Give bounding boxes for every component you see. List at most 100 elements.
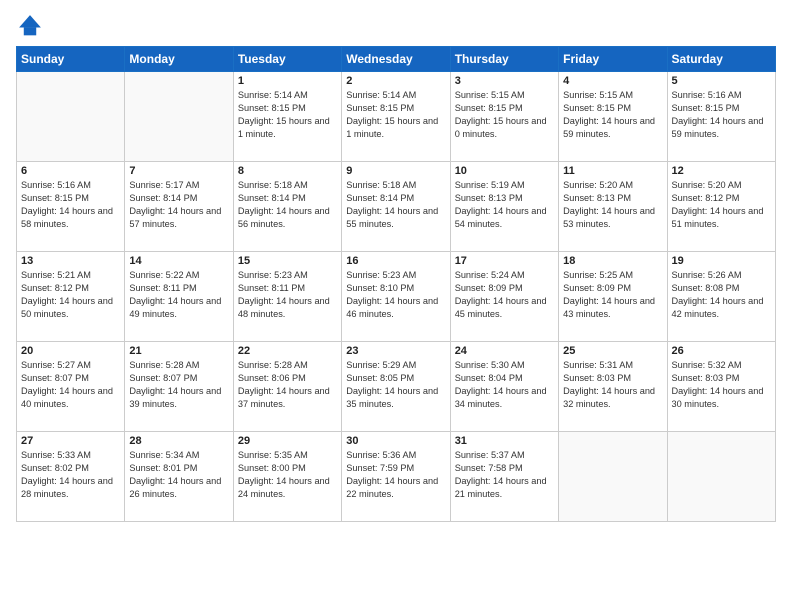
calendar-cell: 13 Sunrise: 5:21 AM Sunset: 8:12 PM Dayli… bbox=[17, 252, 125, 342]
day-number: 14 bbox=[129, 255, 228, 267]
cell-info: Sunrise: 5:26 AM Sunset: 8:08 PM Dayligh… bbox=[672, 269, 771, 321]
cell-info: Sunrise: 5:16 AM Sunset: 8:15 PM Dayligh… bbox=[672, 89, 771, 141]
day-number: 23 bbox=[346, 345, 445, 357]
calendar-cell: 25 Sunrise: 5:31 AM Sunset: 8:03 PM Dayli… bbox=[559, 342, 667, 432]
day-number: 25 bbox=[563, 345, 662, 357]
cell-info: Sunrise: 5:27 AM Sunset: 8:07 PM Dayligh… bbox=[21, 359, 120, 411]
calendar-cell bbox=[559, 432, 667, 522]
day-number: 24 bbox=[455, 345, 554, 357]
day-number: 6 bbox=[21, 165, 120, 177]
cell-info: Sunrise: 5:16 AM Sunset: 8:15 PM Dayligh… bbox=[21, 179, 120, 231]
day-number: 18 bbox=[563, 255, 662, 267]
calendar-week-5: 27 Sunrise: 5:33 AM Sunset: 8:02 PM Dayli… bbox=[17, 432, 776, 522]
day-header-monday: Monday bbox=[125, 47, 233, 72]
calendar-week-3: 13 Sunrise: 5:21 AM Sunset: 8:12 PM Dayli… bbox=[17, 252, 776, 342]
calendar-cell: 17Sunrise: 5:24 AM Sunset: 8:09 PM Dayli… bbox=[450, 252, 558, 342]
calendar-cell: 21Sunrise: 5:28 AM Sunset: 8:07 PM Dayli… bbox=[125, 342, 233, 432]
day-number: 12 bbox=[672, 165, 771, 177]
cell-info: Sunrise: 5:18 AM Sunset: 8:14 PM Dayligh… bbox=[238, 179, 337, 231]
calendar-cell: 15 Sunrise: 5:23 AM Sunset: 8:11 PM Dayli… bbox=[233, 252, 341, 342]
cell-info: Sunrise: 5:15 AM Sunset: 8:15 PM Dayligh… bbox=[455, 89, 554, 141]
day-number: 7 bbox=[129, 165, 228, 177]
calendar-cell bbox=[125, 72, 233, 162]
day-header-saturday: Saturday bbox=[667, 47, 775, 72]
cell-info: Sunrise: 5:36 AM Sunset: 7:59 PM Dayligh… bbox=[346, 449, 445, 501]
calendar-cell: 27 Sunrise: 5:33 AM Sunset: 8:02 PM Dayli… bbox=[17, 432, 125, 522]
calendar-cell: 16Sunrise: 5:23 AM Sunset: 8:10 PM Dayli… bbox=[342, 252, 450, 342]
day-number: 11 bbox=[563, 165, 662, 177]
day-header-thursday: Thursday bbox=[450, 47, 558, 72]
day-number: 22 bbox=[238, 345, 337, 357]
calendar-cell bbox=[667, 432, 775, 522]
cell-info: Sunrise: 5:19 AM Sunset: 8:13 PM Dayligh… bbox=[455, 179, 554, 231]
calendar-cell: 8 Sunrise: 5:18 AM Sunset: 8:14 PM Daylig… bbox=[233, 162, 341, 252]
cell-info: Sunrise: 5:18 AM Sunset: 8:14 PM Dayligh… bbox=[346, 179, 445, 231]
day-number: 28 bbox=[129, 435, 228, 447]
cell-info: Sunrise: 5:32 AM Sunset: 8:03 PM Dayligh… bbox=[672, 359, 771, 411]
calendar-cell: 2 Sunrise: 5:14 AM Sunset: 8:15 PM Daylig… bbox=[342, 72, 450, 162]
calendar-cell: 18 Sunrise: 5:25 AM Sunset: 8:09 PM Dayli… bbox=[559, 252, 667, 342]
calendar-cell: 3 Sunrise: 5:15 AM Sunset: 8:15 PM Daylig… bbox=[450, 72, 558, 162]
cell-info: Sunrise: 5:22 AM Sunset: 8:11 PM Dayligh… bbox=[129, 269, 228, 321]
cell-info: Sunrise: 5:17 AM Sunset: 8:14 PM Dayligh… bbox=[129, 179, 228, 231]
day-number: 26 bbox=[672, 345, 771, 357]
day-header-sunday: Sunday bbox=[17, 47, 125, 72]
calendar-cell: 12 Sunrise: 5:20 AM Sunset: 8:12 PM Dayli… bbox=[667, 162, 775, 252]
cell-info: Sunrise: 5:21 AM Sunset: 8:12 PM Dayligh… bbox=[21, 269, 120, 321]
day-number: 8 bbox=[238, 165, 337, 177]
day-number: 5 bbox=[672, 75, 771, 87]
cell-info: Sunrise: 5:30 AM Sunset: 8:04 PM Dayligh… bbox=[455, 359, 554, 411]
day-number: 1 bbox=[238, 75, 337, 87]
cell-info: Sunrise: 5:20 AM Sunset: 8:13 PM Dayligh… bbox=[563, 179, 662, 231]
day-number: 2 bbox=[346, 75, 445, 87]
calendar-cell: 20 Sunrise: 5:27 AM Sunset: 8:07 PM Dayli… bbox=[17, 342, 125, 432]
calendar-cell: 31 Sunrise: 5:37 AM Sunset: 7:58 PM Dayli… bbox=[450, 432, 558, 522]
calendar-week-4: 20 Sunrise: 5:27 AM Sunset: 8:07 PM Dayli… bbox=[17, 342, 776, 432]
day-header-wednesday: Wednesday bbox=[342, 47, 450, 72]
day-number: 10 bbox=[455, 165, 554, 177]
cell-info: Sunrise: 5:15 AM Sunset: 8:15 PM Dayligh… bbox=[563, 89, 662, 141]
calendar-cell: 29Sunrise: 5:35 AM Sunset: 8:00 PM Dayli… bbox=[233, 432, 341, 522]
calendar-cell: 26 Sunrise: 5:32 AM Sunset: 8:03 PM Dayli… bbox=[667, 342, 775, 432]
day-number: 13 bbox=[21, 255, 120, 267]
cell-info: Sunrise: 5:33 AM Sunset: 8:02 PM Dayligh… bbox=[21, 449, 120, 501]
cell-info: Sunrise: 5:14 AM Sunset: 8:15 PM Dayligh… bbox=[238, 89, 337, 141]
calendar-cell: 23 Sunrise: 5:29 AM Sunset: 8:05 PM Dayli… bbox=[342, 342, 450, 432]
calendar-cell: 5 Sunrise: 5:16 AM Sunset: 8:15 PM Daylig… bbox=[667, 72, 775, 162]
day-number: 3 bbox=[455, 75, 554, 87]
cell-info: Sunrise: 5:20 AM Sunset: 8:12 PM Dayligh… bbox=[672, 179, 771, 231]
calendar-week-2: 6 Sunrise: 5:16 AM Sunset: 8:15 PM Daylig… bbox=[17, 162, 776, 252]
day-number: 27 bbox=[21, 435, 120, 447]
cell-info: Sunrise: 5:14 AM Sunset: 8:15 PM Dayligh… bbox=[346, 89, 445, 141]
calendar-cell: 22 Sunrise: 5:28 AM Sunset: 8:06 PM Dayli… bbox=[233, 342, 341, 432]
cell-info: Sunrise: 5:31 AM Sunset: 8:03 PM Dayligh… bbox=[563, 359, 662, 411]
cell-info: Sunrise: 5:37 AM Sunset: 7:58 PM Dayligh… bbox=[455, 449, 554, 501]
cell-info: Sunrise: 5:25 AM Sunset: 8:09 PM Dayligh… bbox=[563, 269, 662, 321]
calendar-cell: 14 Sunrise: 5:22 AM Sunset: 8:11 PM Dayli… bbox=[125, 252, 233, 342]
calendar-cell: 24 Sunrise: 5:30 AM Sunset: 8:04 PM Dayli… bbox=[450, 342, 558, 432]
calendar-cell: 9Sunrise: 5:18 AM Sunset: 8:14 PM Daylig… bbox=[342, 162, 450, 252]
cell-info: Sunrise: 5:23 AM Sunset: 8:11 PM Dayligh… bbox=[238, 269, 337, 321]
day-number: 15 bbox=[238, 255, 337, 267]
calendar-table: SundayMondayTuesdayWednesdayThursdayFrid… bbox=[16, 46, 776, 522]
day-number: 4 bbox=[563, 75, 662, 87]
day-header-friday: Friday bbox=[559, 47, 667, 72]
calendar-cell: 7 Sunrise: 5:17 AM Sunset: 8:14 PM Daylig… bbox=[125, 162, 233, 252]
logo bbox=[16, 12, 48, 40]
day-header-tuesday: Tuesday bbox=[233, 47, 341, 72]
page: SundayMondayTuesdayWednesdayThursdayFrid… bbox=[0, 0, 792, 612]
header bbox=[16, 12, 776, 40]
day-number: 31 bbox=[455, 435, 554, 447]
day-number: 17 bbox=[455, 255, 554, 267]
calendar-cell: 1 Sunrise: 5:14 AM Sunset: 8:15 PM Daylig… bbox=[233, 72, 341, 162]
cell-info: Sunrise: 5:35 AM Sunset: 8:00 PM Dayligh… bbox=[238, 449, 337, 501]
day-number: 20 bbox=[21, 345, 120, 357]
cell-info: Sunrise: 5:29 AM Sunset: 8:05 PM Dayligh… bbox=[346, 359, 445, 411]
day-number: 30 bbox=[346, 435, 445, 447]
calendar-cell: 28Sunrise: 5:34 AM Sunset: 8:01 PM Dayli… bbox=[125, 432, 233, 522]
calendar-week-1: 1 Sunrise: 5:14 AM Sunset: 8:15 PM Daylig… bbox=[17, 72, 776, 162]
cell-info: Sunrise: 5:28 AM Sunset: 8:06 PM Dayligh… bbox=[238, 359, 337, 411]
cell-info: Sunrise: 5:28 AM Sunset: 8:07 PM Dayligh… bbox=[129, 359, 228, 411]
calendar-body: 1 Sunrise: 5:14 AM Sunset: 8:15 PM Daylig… bbox=[17, 72, 776, 522]
calendar-cell: 30 Sunrise: 5:36 AM Sunset: 7:59 PM Dayli… bbox=[342, 432, 450, 522]
